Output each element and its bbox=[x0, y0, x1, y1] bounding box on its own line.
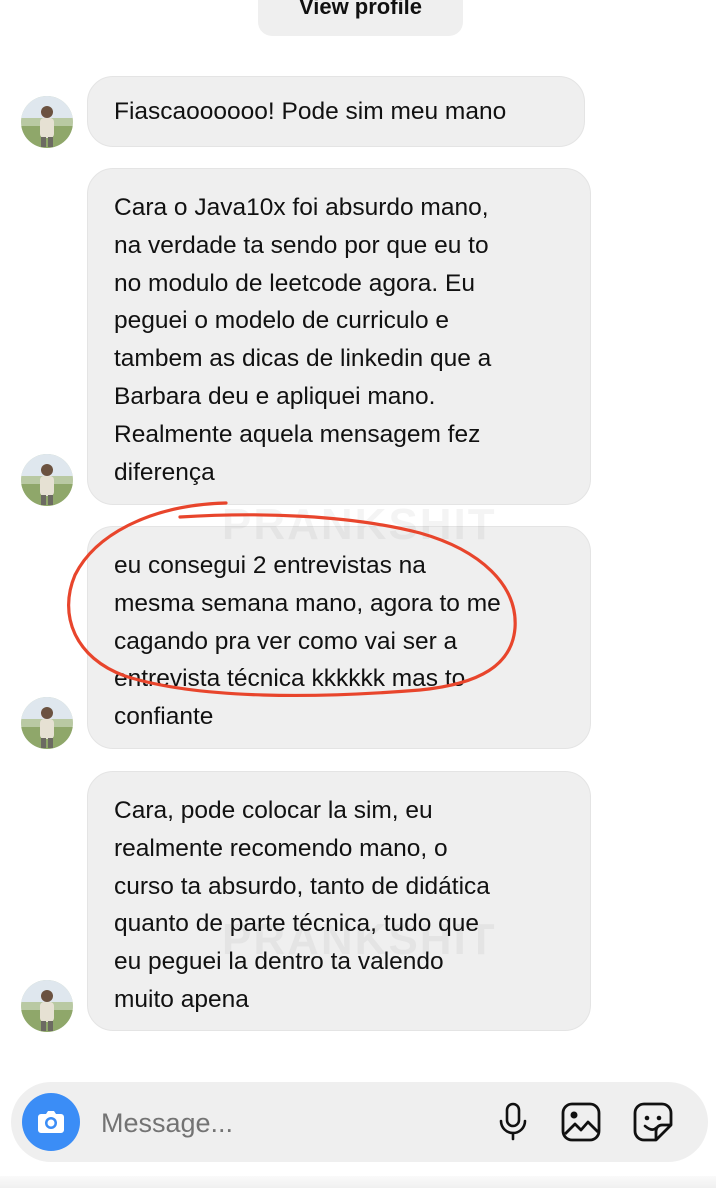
message-text: eu consegui 2 entrevistas na mesma seman… bbox=[114, 552, 501, 731]
message-text: Cara, pode colocar la sim, eu realmente … bbox=[114, 797, 490, 1013]
message-bubble[interactable]: Cara o Java10x foi absurdo mano, na verd… bbox=[87, 168, 591, 505]
image-icon bbox=[561, 1102, 601, 1142]
sticker-button[interactable] bbox=[631, 1100, 675, 1144]
image-button[interactable] bbox=[559, 1100, 603, 1144]
sticker-icon bbox=[633, 1102, 673, 1142]
camera-button[interactable] bbox=[22, 1093, 80, 1151]
message-bubble[interactable]: Cara, pode colocar la sim, eu realmente … bbox=[87, 771, 591, 1031]
message-bubble[interactable]: eu consegui 2 entrevistas na mesma seman… bbox=[87, 526, 591, 749]
avatar[interactable] bbox=[21, 697, 73, 749]
microphone-button[interactable] bbox=[491, 1100, 535, 1144]
view-profile-button[interactable]: View profile bbox=[258, 0, 463, 36]
camera-icon bbox=[38, 1111, 64, 1133]
avatar[interactable] bbox=[21, 980, 73, 1032]
view-profile-label: View profile bbox=[298, 0, 423, 19]
message-text: Cara o Java10x foi absurdo mano, na verd… bbox=[114, 194, 492, 486]
avatar[interactable] bbox=[21, 454, 73, 506]
message-bubble[interactable]: Fiascaoooooo! Pode sim meu mano bbox=[87, 76, 585, 147]
avatar[interactable] bbox=[21, 96, 73, 148]
message-text: Fiascaoooooo! Pode sim meu mano bbox=[114, 98, 507, 125]
microphone-icon bbox=[499, 1102, 527, 1141]
bottom-edge bbox=[0, 1176, 716, 1188]
message-input[interactable] bbox=[99, 1102, 463, 1144]
message-composer bbox=[11, 1082, 708, 1162]
